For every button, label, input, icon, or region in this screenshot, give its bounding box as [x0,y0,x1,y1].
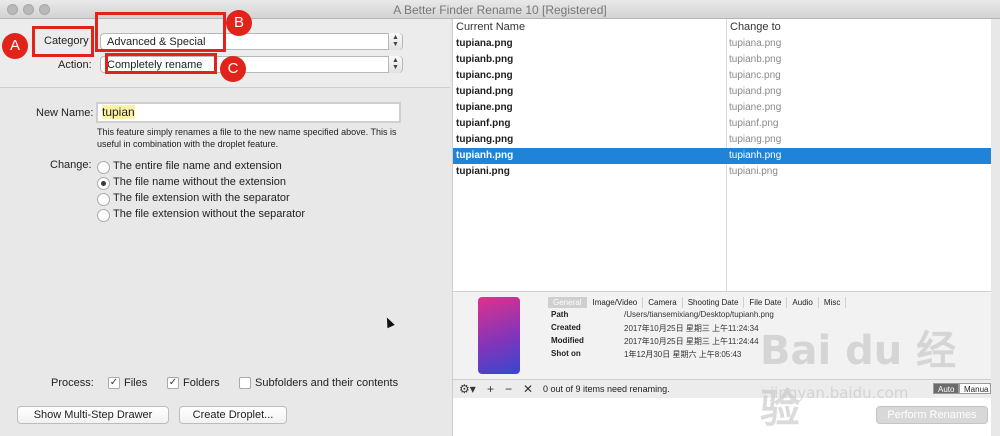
change-to-cell: tupianf.png [729,118,779,129]
annotation-badge-b: B [226,10,252,36]
subfolders-checkbox[interactable] [239,377,251,389]
annotation-box-c [105,53,217,74]
new-name-field[interactable]: tupian [96,102,401,123]
show-multi-step-drawer-button[interactable]: Show Multi-Step Drawer [17,406,169,424]
info-tab[interactable]: Audio [787,297,819,308]
annotation-box-a [32,26,94,57]
options-pane: Category Advanced & Special ▲ ▼ Action: C… [0,10,450,436]
change-option-radio[interactable] [97,177,110,190]
change-to-cell: tupianh.png [729,150,782,161]
files-check-icon: ✓ [109,377,119,388]
action-popup-arrows-icon: ▲ ▼ [388,56,402,73]
mouse-cursor-icon [383,315,395,329]
change-to-cell: tupiand.png [729,86,782,97]
file-row[interactable]: tupiang.png tupiang.png [453,132,991,148]
folders-check-icon: ✓ [168,377,178,388]
column-header-change[interactable]: Change to [727,19,991,36]
current-name-cell: tupiani.png [456,166,510,177]
file-thumbnail-image [478,297,520,374]
change-option-label[interactable]: The file extension without the separator [113,208,305,220]
info-key: Shot on [551,349,581,358]
change-to-cell: tupianc.png [729,70,781,81]
current-name-cell: tupianh.png [456,150,514,161]
info-value: 2017年10月25日 星期三 上午11:24:34 [624,324,759,333]
change-to-cell: tupiane.png [729,102,782,113]
file-row[interactable]: tupiani.png tupiani.png [453,164,991,180]
info-tab[interactable]: General [548,297,588,308]
current-name-cell: tupiang.png [456,134,514,145]
new-name-label: New Name: [36,107,94,119]
current-name-cell: tupianc.png [456,70,513,81]
file-list: tupiana.png tupiana.png tupianb.png tupianb… [453,36,991,180]
folders-checkbox[interactable]: ✓ [167,377,179,389]
file-row[interactable]: tupianc.png tupianc.png [453,68,991,84]
subfolders-label: Subfolders and their contents [255,377,399,389]
change-option-radio[interactable] [97,161,110,174]
change-to-cell: tupiang.png [729,134,782,145]
current-name-cell: tupianf.png [456,118,511,129]
watermark-url: jingyan.baidu.com [770,384,909,402]
new-name-value: tupian [102,105,135,119]
current-name-cell: tupiand.png [456,86,514,97]
current-name-cell: tupiana.png [456,38,513,49]
current-name-cell: tupianb.png [456,54,514,65]
change-option-label[interactable]: The file extension with the separator [113,192,290,204]
change-option-label[interactable]: The file name without the extension [113,176,286,188]
file-row[interactable]: tupianh.png tupianh.png [453,148,991,164]
change-option-label[interactable]: The entire file name and extension [113,160,282,172]
process-label: Process: [51,377,94,389]
column-header-current[interactable]: Current Name [453,19,726,36]
file-row[interactable]: tupiane.png tupiane.png [453,100,991,116]
info-tab[interactable]: Camera [643,297,683,308]
info-key: Modified [551,336,584,345]
annotation-box-b [95,12,226,52]
info-value: 1年12月30日 星期六 上午8:05:43 [624,350,742,359]
file-row[interactable]: tupianf.png tupianf.png [453,116,991,132]
info-value: /Users/tiansemixiang/Desktop/tupianh.png [624,310,774,319]
action-label: Action: [58,59,92,71]
info-tabs: General Image/Video Camera Shooting Date Fil… [548,296,847,309]
file-row[interactable]: tupiana.png tupiana.png [453,36,991,52]
file-row[interactable]: tupianb.png tupianb.png [453,52,991,68]
info-tab[interactable]: Shooting Date [683,297,745,308]
info-tab[interactable]: File Date [744,297,788,308]
info-tab[interactable]: Misc [819,297,847,308]
help-text-line1: This feature simply renames a file to th… [97,127,397,137]
change-label: Change: [50,159,92,171]
files-label: Files [124,377,148,389]
change-option-radio[interactable] [97,193,110,206]
change-to-cell: tupianb.png [729,54,782,65]
change-to-cell: tupiana.png [729,38,782,49]
change-to-cell: tupiani.png [729,166,778,177]
info-value: 2017年10月25日 星期三 上午11:24:44 [624,337,759,346]
category-popup-arrows-icon: ▲ ▼ [388,33,402,50]
watermark-logo: Bai du 经验 [760,328,957,432]
annotation-badge-c: C [220,56,246,82]
folders-label: Folders [183,377,220,389]
baidu-watermark: Bai du 经验 jingyan.baidu.com [760,318,990,432]
info-key: Path [551,310,569,319]
create-droplet-button[interactable]: Create Droplet... [179,406,287,424]
annotation-badge-a: A [2,33,28,59]
current-name-cell: tupiane.png [456,102,513,113]
files-checkbox[interactable]: ✓ [108,377,120,389]
file-row[interactable]: tupiand.png tupiand.png [453,84,991,100]
info-tab[interactable]: Image/Video [587,297,644,308]
change-option-radio[interactable] [97,209,110,222]
info-key: Created [551,323,581,332]
help-text-line2: useful in combination with the droplet f… [97,139,279,149]
